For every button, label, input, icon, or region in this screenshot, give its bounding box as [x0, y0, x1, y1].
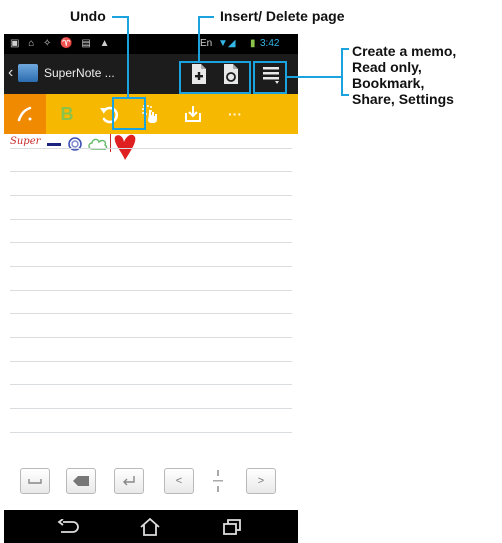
home-icon — [140, 518, 160, 536]
page-indicator-icon — [213, 470, 223, 492]
undo-leader-line — [112, 16, 128, 18]
menu-callout-label: Create a memo, Read only, Bookmark, Shar… — [352, 43, 456, 107]
insert-delete-highlight-box — [179, 61, 251, 94]
edit-toolbar: B ··· — [4, 94, 298, 134]
note-rule — [10, 148, 292, 149]
note-rule — [10, 361, 292, 362]
undo-highlight-box — [112, 97, 146, 130]
status-bar: ▣ ⌂ ✧ ♈ ▤ ▲ En ▼◢ ▮ 3:42 — [4, 34, 298, 54]
import-icon — [185, 106, 201, 122]
insert-delete-leader-line — [198, 16, 200, 61]
menu-leader-line — [287, 76, 343, 78]
note-rule — [10, 266, 292, 267]
more-options-button[interactable]: ··· — [214, 94, 256, 134]
undo-callout-label: Undo — [70, 8, 106, 24]
menu-callout-line-4: Share, Settings — [352, 91, 454, 107]
handwritten-word: Super — [10, 136, 41, 147]
back-icon — [57, 519, 79, 533]
backspace-icon — [73, 476, 89, 486]
menu-leader-line — [341, 94, 349, 96]
pen-tool-button[interactable] — [4, 94, 46, 134]
phone-screen: ▣ ⌂ ✧ ♈ ▤ ▲ En ▼◢ ▮ 3:42 ‹ SuperNote ... — [4, 34, 298, 543]
app-title: SuperNote ... — [44, 66, 115, 80]
note-rule — [10, 195, 292, 196]
text-cursor — [110, 134, 111, 152]
enter-key[interactable] — [114, 468, 144, 494]
green-cloud-doodle — [88, 138, 108, 150]
note-rule — [10, 219, 292, 220]
note-rule — [10, 313, 292, 314]
note-rule — [10, 337, 292, 338]
system-nav-bar — [4, 510, 298, 543]
insert-delete-leader-line — [198, 16, 214, 18]
back-arrow-icon[interactable]: ‹ — [8, 64, 13, 82]
note-rule — [10, 408, 292, 409]
menu-callout-line-1: Create a memo, — [352, 43, 457, 59]
supernote-app-icon — [18, 64, 38, 82]
space-icon — [28, 479, 42, 484]
next-page-key[interactable]: > — [246, 468, 276, 494]
nav-back-button[interactable] — [48, 514, 88, 540]
signal-icon: ▼◢ — [218, 38, 236, 49]
menu-callout-line-2: Read only, — [352, 59, 422, 75]
note-rule — [10, 242, 292, 243]
status-time: 3:42 — [260, 38, 280, 49]
import-button[interactable] — [172, 94, 214, 134]
pen-tool-icon — [17, 106, 32, 122]
network-label: En — [200, 38, 213, 49]
menu-leader-line — [341, 48, 349, 50]
backspace-key[interactable] — [66, 468, 96, 494]
insert-delete-callout-label: Insert/ Delete page — [220, 8, 345, 24]
enter-icon — [123, 476, 135, 486]
battery-icon: ▮ — [250, 38, 256, 49]
navy-stroke — [47, 143, 61, 146]
nav-recents-button[interactable] — [212, 514, 252, 540]
note-canvas[interactable]: Super — [4, 134, 298, 454]
menu-callout-line-3: Bookmark, — [352, 75, 425, 91]
bold-text-button[interactable]: B — [46, 94, 88, 134]
note-rule — [10, 432, 292, 433]
note-rule — [10, 384, 292, 385]
recent-apps-icon — [223, 519, 241, 535]
undo-leader-line — [127, 16, 129, 97]
note-rule — [10, 290, 292, 291]
handwriting-key-row: < > — [4, 454, 298, 510]
note-rule — [10, 171, 292, 172]
prev-page-key[interactable]: < — [164, 468, 194, 494]
menu-highlight-box — [253, 61, 287, 94]
nav-home-button[interactable] — [130, 514, 170, 540]
menu-leader-line — [341, 48, 343, 96]
space-key[interactable] — [20, 468, 50, 494]
notification-icons: ▣ ⌂ ✧ ♈ ▤ ▲ — [10, 38, 113, 49]
